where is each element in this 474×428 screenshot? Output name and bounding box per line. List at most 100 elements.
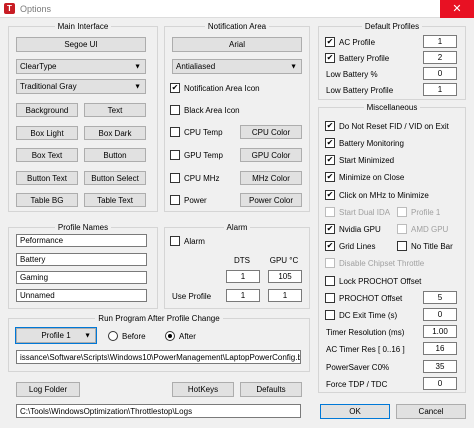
power-color-button[interactable]: Power Color [240, 193, 302, 207]
mhz-color-button[interactable]: MHz Color [240, 171, 302, 185]
checkbox-box [325, 310, 335, 320]
radio-circle [165, 331, 175, 341]
dc-exit-time-checkbox[interactable]: DC Exit Time (s) [325, 310, 397, 320]
cpu-temp-checkbox[interactable]: CPU Temp [170, 127, 223, 137]
box-light-button[interactable]: Box Light [16, 126, 78, 140]
battery-profile-checkbox[interactable]: ✔ Battery Profile [325, 53, 389, 63]
notification-area-title: Notification Area [164, 22, 310, 31]
title-bar [0, 0, 474, 18]
check-icon: ✔ [325, 53, 335, 63]
run-program-title: Run Program After Profile Change [8, 314, 310, 323]
profile-name-field-3[interactable]: Gaming [16, 271, 147, 284]
button-text-button[interactable]: Button Text [16, 171, 78, 185]
gpu-color-button[interactable]: GPU Color [240, 148, 302, 162]
force-tdp-label: Force TDP / TDC [326, 380, 388, 389]
close-button[interactable]: ✕ [440, 0, 474, 18]
checkbox-box [397, 224, 407, 234]
checkbox-box [325, 276, 335, 286]
button-select-button[interactable]: Button Select [84, 171, 146, 185]
before-radio[interactable]: Before [108, 331, 146, 341]
profile-name-field-4[interactable]: Unnamed [16, 289, 147, 302]
notification-icon-checkbox[interactable]: ✔ Notification Area Icon [170, 83, 260, 93]
main-interface-title: Main Interface [8, 22, 158, 31]
text-color-button[interactable]: Text [84, 103, 146, 117]
cpu-mhz-checkbox[interactable]: CPU MHz [170, 173, 220, 183]
amd-gpu-checkbox[interactable]: AMD GPU [397, 224, 448, 234]
app-icon: T [4, 3, 15, 14]
no-reset-fid-checkbox[interactable]: ✔ Do Not Reset FID / VID on Exit [325, 121, 449, 131]
alarm-gpu-field[interactable]: 105 [268, 270, 302, 283]
prochot-offset-field[interactable]: 5 [423, 291, 457, 304]
checkbox-box [397, 241, 407, 251]
battery-monitoring-checkbox[interactable]: ✔ Battery Monitoring [325, 138, 404, 148]
table-text-button[interactable]: Table Text [84, 193, 146, 207]
table-bg-button[interactable]: Table BG [16, 193, 78, 207]
checkbox-box [397, 207, 407, 217]
checkbox-box [170, 150, 180, 160]
disable-chipset-throttle-checkbox[interactable]: Disable Chipset Throttle [325, 258, 424, 268]
notification-render-select[interactable]: Antialiased ▼ [172, 59, 302, 74]
alarm-dts-field[interactable]: 1 [226, 270, 260, 283]
click-mhz-minimize-checkbox[interactable]: ✔ Click on MHz to Minimize [325, 190, 429, 200]
chevron-down-icon: ▼ [134, 83, 141, 90]
checkbox-box [325, 293, 335, 303]
log-folder-button[interactable]: Log Folder [16, 382, 80, 397]
cpu-color-button[interactable]: CPU Color [240, 125, 302, 139]
timer-resolution-label: Timer Resolution (ms) [326, 328, 405, 337]
checkbox-box [170, 195, 180, 205]
check-icon: ✔ [170, 83, 180, 93]
ac-profile-field[interactable]: 1 [423, 35, 457, 48]
check-icon: ✔ [325, 190, 335, 200]
use-profile-gpu-field[interactable]: 1 [268, 289, 302, 302]
profile-name-field-1[interactable]: Peformance [16, 234, 147, 247]
grid-lines-checkbox[interactable]: ✔ Grid Lines [325, 241, 375, 251]
profile1-checkbox[interactable]: Profile 1 [397, 207, 440, 217]
profile-name-field-2[interactable]: Battery [16, 253, 147, 266]
miscellaneous-title: Miscellaneous [318, 103, 466, 112]
defaults-button[interactable]: Defaults [240, 382, 302, 397]
power-checkbox[interactable]: Power [170, 195, 207, 205]
button-color-button[interactable]: Button [84, 148, 146, 162]
ac-timer-res-field[interactable]: 16 [423, 342, 457, 355]
cancel-button[interactable]: Cancel [396, 404, 466, 419]
use-profile-dts-field[interactable]: 1 [226, 289, 260, 302]
use-profile-label: Use Profile [172, 292, 212, 301]
gpu-temp-checkbox[interactable]: GPU Temp [170, 150, 223, 160]
run-profile-select[interactable]: Profile 1 ▼ [15, 327, 97, 344]
after-radio[interactable]: After [165, 331, 196, 341]
chevron-down-icon: ▼ [134, 63, 141, 70]
battery-profile-field[interactable]: 2 [423, 51, 457, 64]
ok-button[interactable]: OK [320, 404, 390, 419]
main-font-button[interactable]: Segoe UI [16, 37, 146, 52]
check-icon: ✔ [325, 241, 335, 251]
alarm-checkbox[interactable]: Alarm [170, 236, 205, 246]
low-battery-profile-field[interactable]: 1 [423, 83, 457, 96]
box-text-button[interactable]: Box Text [16, 148, 78, 162]
lock-prochot-checkbox[interactable]: Lock PROCHOT Offset [325, 276, 421, 286]
main-render-select[interactable]: ClearType ▼ [16, 59, 146, 74]
minimize-on-close-checkbox[interactable]: ✔ Minimize on Close [325, 172, 404, 182]
box-dark-button[interactable]: Box Dark [84, 126, 146, 140]
check-icon: ✔ [325, 224, 335, 234]
low-battery-pct-field[interactable]: 0 [423, 67, 457, 80]
profile-names-title: Profile Names [8, 223, 158, 232]
start-minimized-checkbox[interactable]: ✔ Start Minimized [325, 155, 394, 165]
dc-exit-time-field[interactable]: 0 [423, 308, 457, 321]
run-program-path-field[interactable]: issance\Software\Scripts\Windows10\Power… [16, 350, 301, 364]
nvidia-gpu-checkbox[interactable]: ✔ Nvidia GPU [325, 224, 381, 234]
no-title-bar-checkbox[interactable]: No Title Bar [397, 241, 453, 251]
hotkeys-button[interactable]: HotKeys [172, 382, 234, 397]
background-color-button[interactable]: Background [16, 103, 78, 117]
check-icon: ✔ [325, 172, 335, 182]
powersaver-field[interactable]: 35 [423, 360, 457, 373]
log-path-field[interactable]: C:\Tools\WindowsOptimization\Throttlesto… [16, 404, 301, 418]
main-theme-select[interactable]: Traditional Gray ▼ [16, 79, 146, 94]
black-icon-checkbox[interactable]: Black Area Icon [170, 105, 240, 115]
ac-profile-checkbox[interactable]: ✔ AC Profile [325, 37, 375, 47]
prochot-offset-checkbox[interactable]: PROCHOT Offset [325, 293, 402, 303]
alarm-title: Alarm [164, 223, 310, 232]
force-tdp-field[interactable]: 0 [423, 377, 457, 390]
notification-font-button[interactable]: Arial [172, 37, 302, 52]
timer-resolution-field[interactable]: 1.00 [423, 325, 457, 338]
start-dual-ida-checkbox[interactable]: Start Dual IDA [325, 207, 390, 217]
